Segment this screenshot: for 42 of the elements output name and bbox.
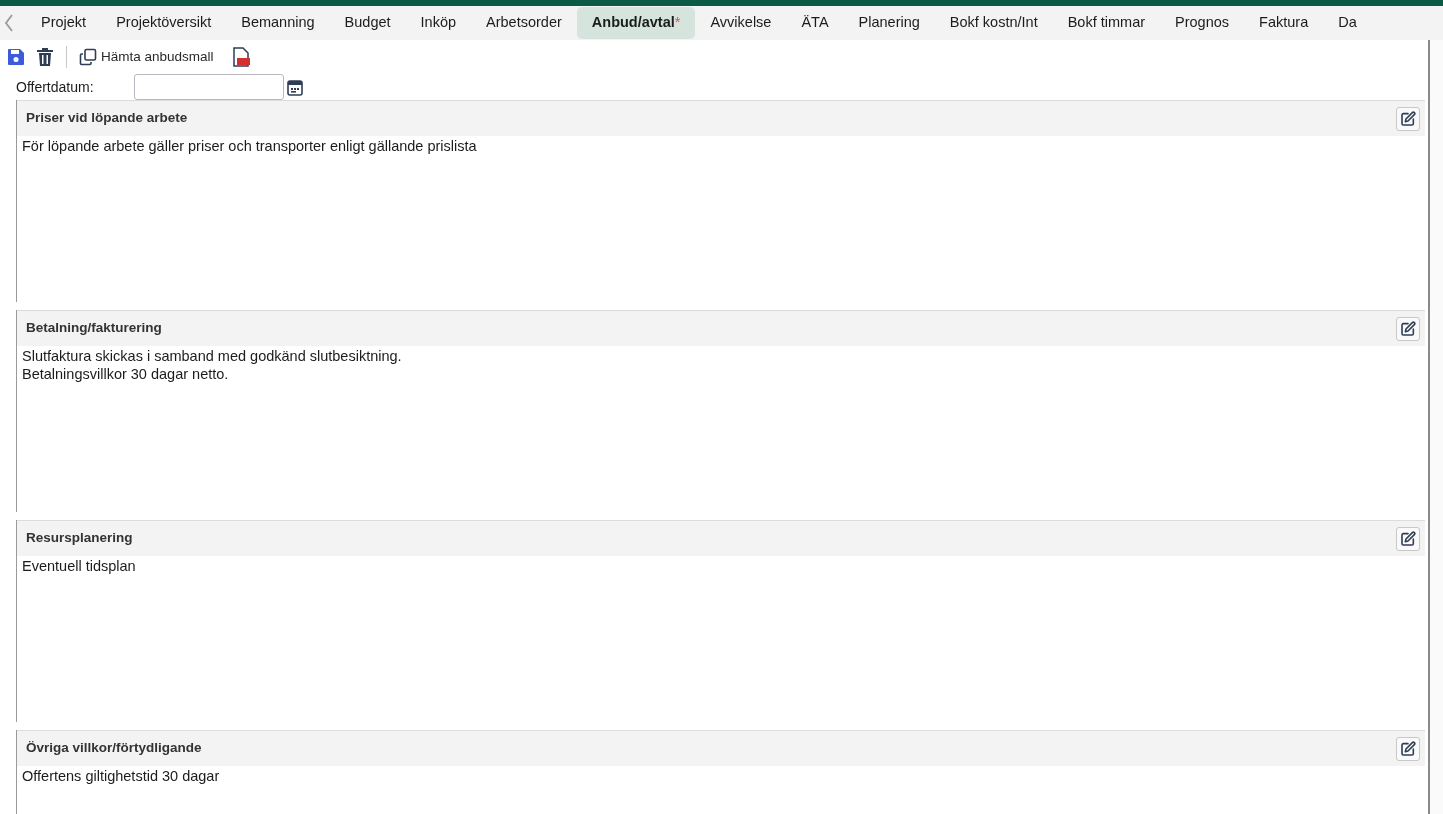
section-title: Resursplanering xyxy=(26,529,133,548)
edit-button[interactable] xyxy=(1396,106,1420,131)
tab[interactable]: Arbetsorder xyxy=(471,7,577,39)
template-button[interactable]: Hämta anbudsmall xyxy=(79,46,214,68)
tab[interactable]: Inköp xyxy=(405,7,472,39)
edit-button[interactable] xyxy=(1396,736,1420,761)
edit-icon xyxy=(1400,110,1416,127)
tab[interactable]: Avvikelse xyxy=(695,7,787,39)
section-title: Betalning/fakturering xyxy=(26,319,162,338)
tab[interactable]: Planering xyxy=(843,7,935,39)
date-field[interactable] xyxy=(134,74,284,100)
section-title: Priser vid löpande arbete xyxy=(26,109,188,128)
tab[interactable]: Faktura xyxy=(1244,7,1324,39)
edit-icon xyxy=(1400,530,1416,547)
tab[interactable]: Anbud/avtal* xyxy=(576,7,696,39)
section-text: Offertens giltighetstid 30 dagar xyxy=(22,767,221,785)
section-text: Eventuell tidsplan xyxy=(22,557,137,575)
tab[interactable]: Projekt xyxy=(26,7,102,39)
section-text: Betalningsvillkor 30 dagar netto. xyxy=(22,365,230,383)
trash-icon[interactable] xyxy=(36,47,54,67)
section-title: Övriga villkor/förtydligande xyxy=(26,739,202,758)
calendar-icon[interactable] xyxy=(287,78,303,96)
edit-icon xyxy=(1400,320,1416,337)
scrollbar[interactable] xyxy=(1428,40,1443,814)
tab[interactable]: Bokf timmar xyxy=(1052,7,1161,39)
save-icon[interactable] xyxy=(6,47,26,67)
edit-button[interactable] xyxy=(1396,526,1420,551)
offer-date-label: Offertdatum: xyxy=(16,77,95,97)
copy-icon xyxy=(79,48,97,66)
tab[interactable]: Projektöversikt xyxy=(101,7,227,39)
edit-icon xyxy=(1400,740,1416,757)
tab[interactable]: Budget xyxy=(329,7,406,39)
tab[interactable]: Bemanning xyxy=(226,7,330,39)
section-text: För löpande arbete gäller priser och transporter enligt gällande prislista xyxy=(22,137,478,155)
pdf-icon[interactable] xyxy=(231,47,250,67)
tab[interactable]: Bokf kostn/Int xyxy=(934,7,1053,39)
edit-button[interactable] xyxy=(1396,316,1420,341)
tab[interactable]: ÄTA xyxy=(786,7,844,39)
section-text: Slutfaktura skickas i samband med godkänd slutbesiktning. xyxy=(22,347,403,365)
tab[interactable]: Prognos xyxy=(1160,7,1245,39)
chevron-left-icon[interactable] xyxy=(4,14,14,32)
tab[interactable]: Da xyxy=(1323,7,1372,39)
